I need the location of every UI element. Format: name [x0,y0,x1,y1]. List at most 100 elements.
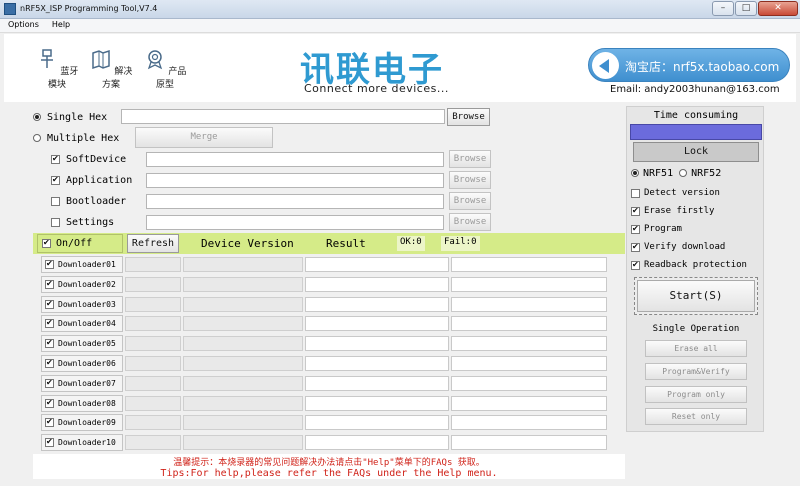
downloader-checkbox[interactable] [45,258,54,270]
window-controls: – □ ✕ [712,1,798,17]
solution-button[interactable]: 解决方案 [86,48,136,90]
downloader-checkbox[interactable] [45,416,54,428]
solution-icon [91,49,110,70]
downloader-toggle[interactable]: Downloader03 [41,296,123,313]
time-consuming-label: Time consuming [653,110,739,121]
verify-download-checkbox[interactable] [631,241,640,253]
multiple-hex-label: Multiple Hex [47,132,120,144]
downloader-status-cell [125,356,181,371]
erase-firstly-checkbox[interactable] [631,205,640,217]
single-hex-browse-button[interactable]: Browse [447,108,490,126]
downloader-row: Downloader06 [41,355,613,372]
detect-version-checkbox[interactable] [631,188,640,198]
single-hex-radio[interactable] [33,113,41,121]
application-browse-button[interactable]: Browse [449,171,491,189]
readback-protection-checkbox[interactable] [631,259,640,271]
downloader-row: Downloader04 [41,315,613,332]
downloader-toggle[interactable]: Downloader10 [41,434,123,451]
taobao-link-text: 淘宝店：nrf5x.taobao.com [625,60,780,74]
downloader-progress-cell [183,435,303,450]
solution-label: 解决方案 [101,67,133,90]
bluetooth-module-button[interactable]: 蓝牙模块 [32,48,82,90]
downloader-status-cell [125,435,181,450]
downloader-label: Downloader03 [58,300,116,309]
downloader-checkbox[interactable] [45,298,54,310]
downloader-checkbox[interactable] [45,337,54,349]
downloader-toggle[interactable]: Downloader01 [41,256,123,273]
downloader-toggle[interactable]: Downloader07 [41,375,123,392]
on-off-checkbox[interactable] [42,237,51,249]
downloader-status-cell [125,277,181,292]
single-hex-path-input[interactable] [121,109,445,124]
downloader-toggle[interactable]: Downloader05 [41,335,123,352]
downloader-label: Downloader01 [58,260,116,269]
menu-help[interactable]: Help [44,19,75,32]
downloader-toggle[interactable]: Downloader06 [41,355,123,372]
downloader-checkbox[interactable] [45,377,54,389]
downloader-checkbox[interactable] [45,317,54,329]
chip-select-row: NRF51 NRF52 [631,166,721,180]
merge-button[interactable]: Merge [135,127,273,148]
erase-all-button[interactable]: Erase all [645,340,747,357]
start-button[interactable]: Start(S) [637,280,755,312]
downloader-checkbox[interactable] [45,436,54,448]
downloader-label: Downloader05 [58,339,116,348]
bluetooth-module-icon [40,49,53,68]
downloader-checkbox[interactable] [45,357,54,369]
downloader-checkbox[interactable] [45,278,54,290]
prototype-button[interactable]: 产品原型 [140,48,190,90]
downloader-toggle[interactable]: Downloader09 [41,414,123,431]
program-only-button[interactable]: Program only [645,386,747,403]
downloader-status-cell [125,297,181,312]
downloader-toggle[interactable]: Downloader02 [41,276,123,293]
softdevice-path-input[interactable] [146,152,444,167]
program-verify-button[interactable]: Program&Verify [645,363,747,380]
downloader-label: Downloader07 [58,379,116,388]
refresh-button[interactable]: Refresh [127,234,179,253]
minimize-button[interactable]: – [712,1,734,16]
bootloader-path-input[interactable] [146,194,444,209]
softdevice-browse-button[interactable]: Browse [449,150,491,168]
application-checkbox[interactable] [51,174,60,186]
multiple-hex-radio[interactable] [33,134,41,142]
menu-options[interactable]: Options [0,19,44,32]
bootloader-browse-button[interactable]: Browse [449,192,491,210]
downloader-row: Downloader08 [41,395,613,412]
downloader-toggle[interactable]: Downloader08 [41,395,123,412]
downloader-toggle[interactable]: Downloader04 [41,315,123,332]
settings-checkbox[interactable] [51,217,60,227]
option-row: Detect version [631,186,720,200]
downloader-status-cell [125,376,181,391]
program-checkbox[interactable] [631,223,640,235]
nrf51-radio[interactable] [631,169,639,177]
bootloader-checkbox[interactable] [51,196,60,206]
settings-path-input[interactable] [146,215,444,230]
arrow-left-icon [592,52,619,79]
erase-firstly-label: Erase firstly [644,206,715,216]
option-row: Erase firstly [631,204,714,218]
lock-button[interactable]: Lock [633,142,759,162]
downloader-row: Downloader02 [41,276,613,293]
softdevice-checkbox[interactable] [51,153,60,165]
header-banner: 蓝牙模块 解决方案 产品原型 讯联电子 Connect more devices… [4,34,796,102]
downloader-row: Downloader03 [41,296,613,313]
nrf52-radio[interactable] [679,169,688,177]
application-path-input[interactable] [146,173,444,188]
taobao-link[interactable]: 淘宝店：nrf5x.taobao.com [588,48,790,82]
downloader-result-cell [451,297,607,312]
application-row: Application [51,171,132,189]
time-consuming-bar [630,124,762,140]
multiple-hex-row: Multiple Hex [33,129,119,147]
settings-browse-button[interactable]: Browse [449,213,491,231]
downloader-result-cell [451,336,607,351]
maximize-button[interactable]: □ [735,1,757,16]
reset-only-button[interactable]: Reset only [645,408,747,425]
close-button[interactable]: ✕ [758,1,798,16]
application-label: Application [66,174,133,186]
downloader-checkbox[interactable] [45,397,54,409]
brand-slogan: Connect more devices... [304,82,449,95]
on-off-toggle[interactable]: On/Off [37,234,123,253]
bluetooth-module-label: 蓝牙模块 [47,67,79,90]
downloader-version-cell [305,277,449,292]
result-header: Result [326,237,366,250]
